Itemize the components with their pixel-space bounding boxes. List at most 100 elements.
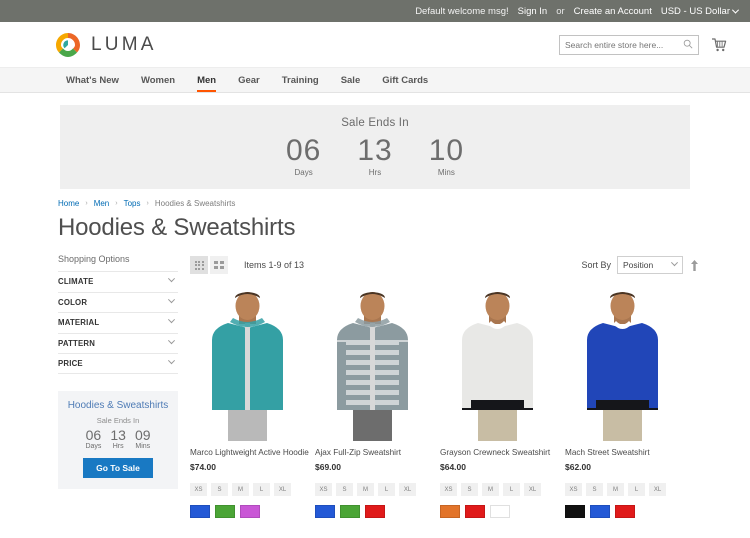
- size-swatch-s[interactable]: S: [586, 483, 603, 497]
- size-swatches: XS S M L XL: [440, 483, 565, 497]
- search-box[interactable]: [559, 34, 699, 55]
- shopping-cart-icon[interactable]: [710, 36, 728, 54]
- nav-item-what-s-new[interactable]: What's New: [55, 68, 130, 92]
- filter-pattern[interactable]: PATTERN: [58, 332, 178, 354]
- product-price: $69.00: [315, 462, 341, 473]
- filter-label: PATTERN: [58, 338, 96, 348]
- size-swatch-s[interactable]: S: [336, 483, 353, 497]
- nav-item-training[interactable]: Training: [271, 68, 330, 92]
- color-swatches: [565, 505, 690, 519]
- countdown-label: Hrs: [368, 167, 382, 177]
- product-image[interactable]: [565, 288, 680, 441]
- breadcrumb-link-men[interactable]: Men: [94, 199, 110, 208]
- filter-climate[interactable]: CLIMATE: [58, 271, 178, 292]
- product-image[interactable]: [190, 288, 305, 441]
- size-swatch-xs[interactable]: XS: [440, 483, 457, 497]
- sign-in-link[interactable]: Sign In: [518, 6, 548, 17]
- chevron-down-icon: [167, 336, 176, 344]
- nav-item-sale[interactable]: Sale: [330, 68, 372, 92]
- size-swatch-m[interactable]: M: [357, 483, 374, 497]
- size-swatch-xs[interactable]: XS: [565, 483, 582, 497]
- size-swatch-l[interactable]: L: [253, 483, 270, 497]
- search-input[interactable]: [565, 39, 683, 50]
- size-swatch-l[interactable]: L: [503, 483, 520, 497]
- filter-color[interactable]: COLOR: [58, 291, 178, 313]
- color-swatch[interactable]: [565, 505, 585, 519]
- size-swatch-xl[interactable]: XL: [649, 483, 666, 497]
- size-swatch-xl[interactable]: XL: [524, 483, 541, 497]
- product-card[interactable]: Marco Lightweight Active Hoodie $74.00 XS S…: [190, 288, 315, 519]
- nav-item-gift-cards[interactable]: Gift Cards: [371, 68, 439, 92]
- size-swatch-l[interactable]: L: [378, 483, 395, 497]
- go-to-sale-button[interactable]: Go To Sale: [83, 457, 153, 478]
- product-card[interactable]: Mach Street Sweatshirt $62.00 XS S M L XL: [565, 288, 690, 519]
- nav-item-men[interactable]: Men: [186, 68, 227, 92]
- color-swatch[interactable]: [215, 505, 235, 519]
- filter-material[interactable]: MATERIAL: [58, 312, 178, 333]
- size-swatch-xl[interactable]: XL: [399, 483, 416, 497]
- countdown-label: Mins: [437, 167, 455, 177]
- color-swatch[interactable]: [590, 505, 610, 519]
- filter-price[interactable]: PRICE: [58, 353, 178, 374]
- filter-label: MATERIAL: [58, 318, 100, 328]
- items-count: Items 1-9 of 13: [244, 260, 305, 270]
- logo-text: LUMA: [91, 33, 157, 55]
- size-swatches: XS S M L XL: [315, 483, 440, 497]
- product-name[interactable]: Ajax Full-Zip Sweatshirt: [315, 448, 440, 458]
- currency-switcher[interactable]: USD - US Dollar: [661, 6, 740, 17]
- product-image[interactable]: [315, 288, 430, 441]
- sort-ascending-icon[interactable]: [689, 259, 700, 272]
- size-swatch-xs[interactable]: XS: [315, 483, 332, 497]
- color-swatches: [190, 505, 315, 519]
- color-swatch[interactable]: [365, 505, 385, 519]
- product-image[interactable]: [440, 288, 555, 441]
- chevron-down-icon: [167, 316, 176, 324]
- size-swatch-m[interactable]: M: [607, 483, 624, 497]
- product-card[interactable]: Ajax Full-Zip Sweatshirt $69.00 XS S M L XL: [315, 288, 440, 519]
- filter-label: PRICE: [58, 358, 83, 368]
- size-swatch-s[interactable]: S: [461, 483, 478, 497]
- size-swatch-m[interactable]: M: [232, 483, 249, 497]
- product-name[interactable]: Grayson Crewneck Sweatshirt: [440, 448, 565, 458]
- nav-item-gear[interactable]: Gear: [227, 68, 271, 92]
- sidebar-promo-widget: Hoodies & Sweatshirts Sale Ends In 06 Day…: [58, 390, 178, 489]
- create-account-link[interactable]: Create an Account: [574, 6, 652, 17]
- countdown-value: 10: [428, 134, 465, 168]
- size-swatch-l[interactable]: L: [628, 483, 645, 497]
- color-swatch[interactable]: [240, 505, 260, 519]
- color-swatch[interactable]: [440, 505, 460, 519]
- sort-select[interactable]: Position: [617, 256, 683, 274]
- breadcrumb-link-home[interactable]: Home: [58, 199, 79, 208]
- search-icon[interactable]: [683, 36, 693, 54]
- promo-countdown-label: Days: [85, 442, 102, 450]
- color-swatch[interactable]: [615, 505, 635, 519]
- main-navigation: What's New Women Men Gear Training Sale Gift C…: [0, 67, 750, 93]
- product-name[interactable]: Marco Lightweight Active Hoodie: [190, 448, 315, 458]
- size-swatch-xl[interactable]: XL: [274, 483, 291, 497]
- promo-countdown-unit: 09 Mins: [135, 427, 151, 450]
- size-swatch-s[interactable]: S: [211, 483, 228, 497]
- logo[interactable]: LUMA: [55, 32, 157, 58]
- sorter: Sort By Position: [581, 256, 700, 274]
- product-card[interactable]: Grayson Crewneck Sweatshirt $64.00 XS S M L XL: [440, 288, 565, 519]
- size-swatches: XS S M L XL: [565, 483, 690, 497]
- size-swatch-xs[interactable]: XS: [190, 483, 207, 497]
- page-title: Hoodies & Sweatshirts: [58, 214, 296, 241]
- list-view-icon[interactable]: [210, 256, 228, 274]
- color-swatch[interactable]: [315, 505, 335, 519]
- color-swatch[interactable]: [465, 505, 485, 519]
- shopping-options-title: Shopping Options: [58, 254, 130, 264]
- chevron-down-icon: [670, 258, 679, 266]
- promo-countdown-value: 06: [85, 426, 102, 443]
- nav-item-women[interactable]: Women: [130, 68, 186, 92]
- color-swatch[interactable]: [190, 505, 210, 519]
- size-swatch-m[interactable]: M: [482, 483, 499, 497]
- breadcrumb-link-tops[interactable]: Tops: [124, 199, 141, 208]
- breadcrumb-separator: ›: [115, 200, 118, 207]
- product-name[interactable]: Mach Street Sweatshirt: [565, 448, 690, 458]
- grid-view-icon[interactable]: [190, 256, 208, 274]
- color-swatch[interactable]: [340, 505, 360, 519]
- breadcrumb-current: Hoodies & Sweatshirts: [154, 199, 236, 208]
- breadcrumb-separator: ›: [146, 200, 149, 207]
- color-swatch[interactable]: [490, 505, 510, 519]
